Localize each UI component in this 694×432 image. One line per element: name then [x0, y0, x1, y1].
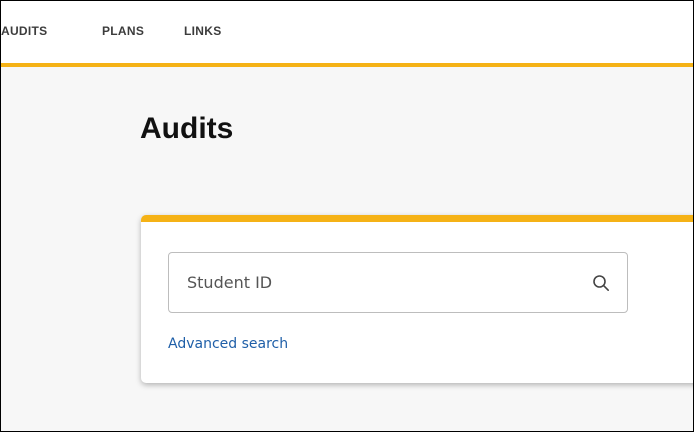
search-icon[interactable]	[592, 274, 610, 292]
search-card: Advanced search	[141, 215, 693, 383]
app-frame: AUDITS PLANS LINKS Audits Advanced searc…	[0, 0, 694, 432]
search-field	[168, 252, 628, 313]
student-id-input[interactable]	[169, 253, 627, 312]
nav-item-audits[interactable]: AUDITS	[1, 24, 47, 38]
nav-item-plans[interactable]: PLANS	[102, 24, 144, 38]
top-navigation: AUDITS PLANS LINKS	[1, 1, 693, 67]
advanced-search-link[interactable]: Advanced search	[168, 335, 288, 353]
page-title: Audits	[140, 112, 234, 145]
nav-item-links[interactable]: LINKS	[184, 24, 222, 38]
